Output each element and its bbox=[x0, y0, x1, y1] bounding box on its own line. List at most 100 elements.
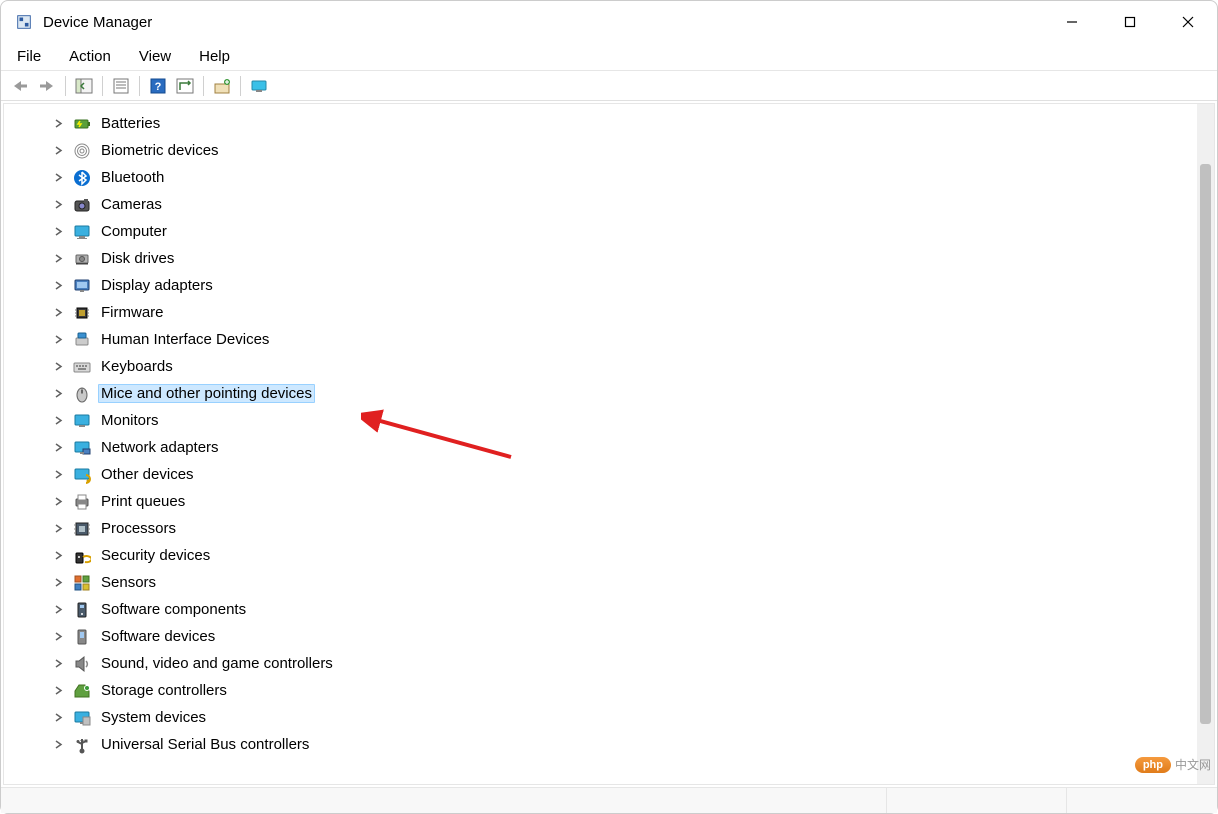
show-hide-console-button[interactable] bbox=[71, 74, 97, 98]
add-driver-button[interactable] bbox=[209, 74, 235, 98]
expander-icon[interactable] bbox=[52, 388, 64, 400]
sensor-icon bbox=[72, 573, 92, 593]
expander-icon[interactable] bbox=[52, 253, 64, 265]
scan-hardware-button[interactable] bbox=[172, 74, 198, 98]
menu-file[interactable]: File bbox=[3, 44, 55, 69]
tree-item-firmware[interactable]: Firmware bbox=[4, 299, 1197, 326]
tree-item-label: System devices bbox=[98, 708, 209, 727]
tree-item-biometric[interactable]: Biometric devices bbox=[4, 137, 1197, 164]
battery-icon bbox=[72, 114, 92, 134]
expander-icon[interactable] bbox=[52, 442, 64, 454]
tree-item-other[interactable]: Other devices bbox=[4, 461, 1197, 488]
tree-item-label: Software components bbox=[98, 600, 249, 619]
swcomp-icon bbox=[72, 600, 92, 620]
expander-icon[interactable] bbox=[52, 280, 64, 292]
tree-item-label: Computer bbox=[98, 222, 170, 241]
expander-icon[interactable] bbox=[52, 631, 64, 643]
close-button[interactable] bbox=[1159, 1, 1217, 43]
tree-item-label: Firmware bbox=[98, 303, 167, 322]
tree-item-label: Security devices bbox=[98, 546, 213, 565]
tree-item-label: Monitors bbox=[98, 411, 162, 430]
expander-icon[interactable] bbox=[52, 118, 64, 130]
tree-item-hid[interactable]: Human Interface Devices bbox=[4, 326, 1197, 353]
expander-icon[interactable] bbox=[52, 550, 64, 562]
status-cell bbox=[887, 788, 1067, 813]
window-controls bbox=[1043, 1, 1217, 43]
expander-icon[interactable] bbox=[52, 685, 64, 697]
tree-item-cameras[interactable]: Cameras bbox=[4, 191, 1197, 218]
watermark: php 中文网 bbox=[1135, 756, 1211, 773]
status-cell bbox=[1, 788, 887, 813]
tree-item-diskdrives[interactable]: Disk drives bbox=[4, 245, 1197, 272]
expander-icon[interactable] bbox=[52, 307, 64, 319]
toolbar-separator bbox=[240, 76, 241, 96]
expander-icon[interactable] bbox=[52, 658, 64, 670]
devices-by-type-button[interactable] bbox=[246, 74, 272, 98]
expander-icon[interactable] bbox=[52, 496, 64, 508]
minimize-button[interactable] bbox=[1043, 1, 1101, 43]
properties-button[interactable] bbox=[108, 74, 134, 98]
fingerprint-icon bbox=[72, 141, 92, 161]
speaker-icon bbox=[72, 654, 92, 674]
tree-item-label: Display adapters bbox=[98, 276, 216, 295]
tree-item-system[interactable]: System devices bbox=[4, 704, 1197, 731]
tree-item-mice[interactable]: Mice and other pointing devices bbox=[4, 380, 1197, 407]
tree-item-security[interactable]: Security devices bbox=[4, 542, 1197, 569]
tree-item-sound[interactable]: Sound, video and game controllers bbox=[4, 650, 1197, 677]
status-cell bbox=[1067, 788, 1217, 813]
tree-item-usb[interactable]: Universal Serial Bus controllers bbox=[4, 731, 1197, 758]
expander-icon[interactable] bbox=[52, 172, 64, 184]
scrollbar-thumb[interactable] bbox=[1200, 164, 1211, 724]
expander-icon[interactable] bbox=[52, 577, 64, 589]
menu-action[interactable]: Action bbox=[55, 44, 125, 69]
expander-icon[interactable] bbox=[52, 361, 64, 373]
expander-icon[interactable] bbox=[52, 226, 64, 238]
forward-button[interactable] bbox=[34, 74, 60, 98]
tree-item-print[interactable]: Print queues bbox=[4, 488, 1197, 515]
chip-icon bbox=[72, 303, 92, 323]
toolbar-separator bbox=[65, 76, 66, 96]
toolbar-separator bbox=[139, 76, 140, 96]
tree-item-label: Bluetooth bbox=[98, 168, 167, 187]
tree-item-label: Human Interface Devices bbox=[98, 330, 272, 349]
tree-item-swdev[interactable]: Software devices bbox=[4, 623, 1197, 650]
hid-icon bbox=[72, 330, 92, 350]
tree-item-bluetooth[interactable]: Bluetooth bbox=[4, 164, 1197, 191]
tree-item-label: Mice and other pointing devices bbox=[98, 384, 315, 403]
swdev-icon bbox=[72, 627, 92, 647]
expander-icon[interactable] bbox=[52, 712, 64, 724]
tree-item-monitors[interactable]: Monitors bbox=[4, 407, 1197, 434]
scrollbar-track[interactable] bbox=[1197, 104, 1214, 784]
toolbar: ? bbox=[1, 71, 1217, 101]
expander-icon[interactable] bbox=[52, 334, 64, 346]
expander-icon[interactable] bbox=[52, 199, 64, 211]
tree-item-sensors[interactable]: Sensors bbox=[4, 569, 1197, 596]
tree-item-label: Storage controllers bbox=[98, 681, 230, 700]
tree-item-network[interactable]: Network adapters bbox=[4, 434, 1197, 461]
tree-item-storage[interactable]: Storage controllers bbox=[4, 677, 1197, 704]
tree-item-computer[interactable]: Computer bbox=[4, 218, 1197, 245]
expander-icon[interactable] bbox=[52, 523, 64, 535]
watermark-text: 中文网 bbox=[1175, 756, 1211, 773]
tree-item-batteries[interactable]: Batteries bbox=[4, 110, 1197, 137]
tree-item-keyboards[interactable]: Keyboards bbox=[4, 353, 1197, 380]
device-tree[interactable]: Batteries Biometric devices Bluetooth Camer… bbox=[4, 104, 1197, 784]
expander-icon[interactable] bbox=[52, 604, 64, 616]
tree-item-display[interactable]: Display adapters bbox=[4, 272, 1197, 299]
help-button[interactable]: ? bbox=[145, 74, 171, 98]
tree-item-label: Batteries bbox=[98, 114, 163, 133]
menu-help[interactable]: Help bbox=[185, 44, 244, 69]
maximize-button[interactable] bbox=[1101, 1, 1159, 43]
expander-icon[interactable] bbox=[52, 469, 64, 481]
expander-icon[interactable] bbox=[52, 415, 64, 427]
tree-item-label: Cameras bbox=[98, 195, 165, 214]
app-icon bbox=[15, 13, 33, 31]
menu-view[interactable]: View bbox=[125, 44, 185, 69]
tree-item-swcomp[interactable]: Software components bbox=[4, 596, 1197, 623]
tree-item-label: Software devices bbox=[98, 627, 218, 646]
tree-item-processors[interactable]: Processors bbox=[4, 515, 1197, 542]
tree-item-label: Biometric devices bbox=[98, 141, 222, 160]
expander-icon[interactable] bbox=[52, 145, 64, 157]
expander-icon[interactable] bbox=[52, 739, 64, 751]
back-button[interactable] bbox=[7, 74, 33, 98]
